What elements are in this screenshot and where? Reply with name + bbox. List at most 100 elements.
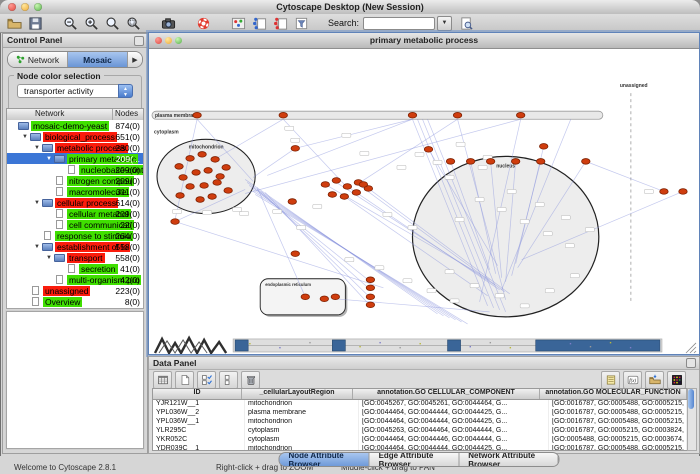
notes-icon[interactable] <box>601 371 620 389</box>
scrollbar-thumb[interactable] <box>688 389 694 409</box>
network-node[interactable] <box>466 159 474 165</box>
new-attribute-icon[interactable] <box>175 371 194 389</box>
network-node[interactable] <box>198 152 206 158</box>
zoom-out-icon[interactable] <box>62 16 79 31</box>
enhanced-search-icon[interactable] <box>458 16 475 31</box>
table-row[interactable]: YKR052Ccytoplasm[GO:0044464, GO:0044446,… <box>153 436 687 445</box>
tree-row[interactable]: ▼cellular process614(0) <box>7 197 143 208</box>
network-node[interactable] <box>192 170 200 176</box>
table-row[interactable]: YPL036W__1mitochondrion[GO:0044464, GO:0… <box>153 418 687 427</box>
table-row[interactable]: YJR121W__1mitochondrion[GO:0045267, GO:0… <box>153 400 687 409</box>
network-node[interactable] <box>224 188 232 194</box>
network-node[interactable] <box>366 294 374 300</box>
float-panel-icon[interactable] <box>134 36 144 46</box>
tabs-overflow-button[interactable]: ▶ <box>128 52 142 67</box>
tree-row[interactable]: ▼transport558(0) <box>7 252 143 263</box>
network-node[interactable] <box>171 219 179 225</box>
network-node[interactable] <box>200 183 208 189</box>
tree-row[interactable]: ▼biological_process651(0) <box>7 131 143 142</box>
filter-icon[interactable] <box>293 16 310 31</box>
node-color-dropdown[interactable]: transporter activity ▲▼ <box>17 84 133 98</box>
network-node[interactable] <box>582 159 590 165</box>
network-node[interactable] <box>288 199 296 205</box>
tree-row[interactable]: nitrogen compou209(0) <box>7 175 143 186</box>
table-row[interactable]: YLR295Ccytoplasm[GO:0045263, GO:0044464,… <box>153 427 687 436</box>
network-node[interactable] <box>291 146 299 152</box>
network-node[interactable] <box>186 184 194 190</box>
network-node[interactable] <box>216 174 224 180</box>
layout-blue-icon[interactable] <box>251 16 268 31</box>
network-node[interactable] <box>424 147 432 153</box>
network-node[interactable] <box>176 193 184 199</box>
help-icon[interactable] <box>195 16 212 31</box>
resize-grip-icon[interactable] <box>686 343 696 353</box>
network-node[interactable] <box>193 112 201 118</box>
search-dropdown-arrow-icon[interactable]: ▼ <box>437 16 452 31</box>
tree-row[interactable]: Overview8(0) <box>7 296 143 307</box>
tree-row[interactable]: mosaic-demo-yeast874(0) <box>7 120 143 131</box>
table-row[interactable]: YDR039C__1mitochondrion[GO:0044464, GO:0… <box>153 445 687 451</box>
save-icon[interactable] <box>27 16 44 31</box>
tree-row[interactable]: cellular metabol209(0) <box>7 208 143 219</box>
tab-edge-attribute-browser[interactable]: Edge Attribute Browser <box>370 453 460 466</box>
expander-icon[interactable]: ▼ <box>22 134 30 140</box>
network-node[interactable] <box>179 175 187 181</box>
tab-node-attribute-browser[interactable]: Node Attribute Browser <box>280 453 370 466</box>
tab-network[interactable]: Network <box>8 52 68 67</box>
function-builder-icon[interactable]: f(x) <box>623 371 642 389</box>
expander-icon[interactable]: ▼ <box>34 200 42 206</box>
network-node[interactable] <box>321 182 329 188</box>
network-node[interactable] <box>366 302 374 308</box>
network-node[interactable] <box>366 285 374 291</box>
tree-col-network[interactable]: Network <box>7 109 113 120</box>
network-node[interactable] <box>540 144 548 150</box>
tree-row[interactable]: ▼establishment of lo558(0) <box>7 241 143 252</box>
network-node[interactable] <box>343 184 351 190</box>
network-canvas[interactable]: plasma membrane cytoplasm mitochondrion … <box>149 49 699 354</box>
select-attributes-icon[interactable] <box>197 371 216 389</box>
expander-icon[interactable]: ▼ <box>46 255 54 261</box>
tab-network-attribute-browser[interactable]: Network Attribute Browser <box>459 453 558 466</box>
float-data-panel-icon[interactable] <box>686 358 696 368</box>
layout-red-icon[interactable] <box>272 16 289 31</box>
tree-row[interactable]: nucleobase-cont209(0) <box>7 164 143 175</box>
network-node[interactable] <box>320 296 328 302</box>
network-node[interactable] <box>208 194 216 200</box>
open-folder-icon[interactable] <box>6 16 23 31</box>
tree-row[interactable]: response to stimulu264(0) <box>7 230 143 241</box>
dropdown-stepper-icon[interactable]: ▲▼ <box>118 84 133 98</box>
matrix-icon[interactable] <box>667 371 686 389</box>
attribute-table-icon[interactable] <box>153 371 172 389</box>
tree-row[interactable]: secretion41(0) <box>7 263 143 274</box>
delete-attribute-icon[interactable] <box>241 371 260 389</box>
tab-mosaic[interactable]: Mosaic <box>68 52 128 67</box>
network-node[interactable] <box>660 189 668 195</box>
import-attributes-icon[interactable] <box>645 371 664 389</box>
network-node[interactable] <box>340 194 348 200</box>
network-node[interactable] <box>486 159 494 165</box>
column-header[interactable]: ID <box>153 389 242 399</box>
network-node[interactable] <box>408 112 416 118</box>
network-node[interactable] <box>175 164 183 170</box>
tree-row[interactable]: macromolecule311(0) <box>7 186 143 197</box>
tree-row[interactable]: ▼primary metabolic209(... <box>7 153 143 164</box>
zoom-fit-icon[interactable] <box>104 16 121 31</box>
network-node[interactable] <box>446 159 454 165</box>
network-node[interactable] <box>366 277 374 283</box>
unselect-attributes-icon[interactable] <box>219 371 238 389</box>
network-node[interactable] <box>453 112 461 118</box>
network-node[interactable] <box>537 159 545 165</box>
column-header[interactable]: annotation.GO CELLULAR_COMPONENT <box>353 389 540 399</box>
table-scrollbar[interactable] <box>687 388 697 451</box>
network-node[interactable] <box>204 168 212 174</box>
zoom-in-icon[interactable] <box>83 16 100 31</box>
tree-col-nodes[interactable]: Nodes <box>113 109 143 120</box>
network-node[interactable] <box>331 294 339 300</box>
expander-icon[interactable]: ▼ <box>34 145 42 151</box>
network-node[interactable] <box>196 197 204 203</box>
network-node[interactable] <box>291 251 299 257</box>
search-input[interactable] <box>363 17 435 30</box>
vizmapper-icon[interactable] <box>230 16 247 31</box>
expander-icon[interactable]: ▼ <box>46 156 54 162</box>
network-node[interactable] <box>332 178 340 184</box>
